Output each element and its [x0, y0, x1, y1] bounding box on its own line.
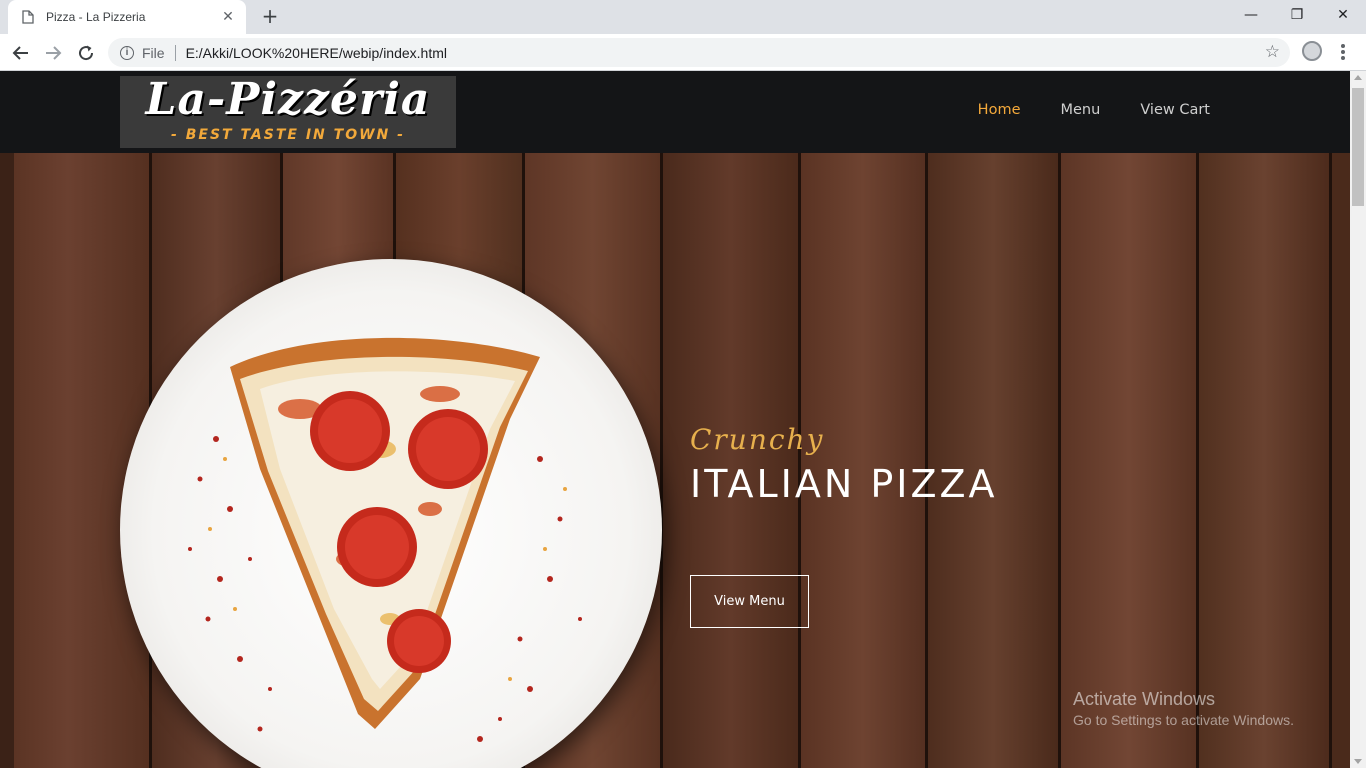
new-tab-button[interactable]: + — [260, 6, 280, 26]
watermark-title: Activate Windows — [1073, 689, 1216, 709]
hero-title: ITALIAN PIZZA — [690, 462, 998, 506]
url-text[interactable]: E:/Akki/LOOK%20HERE/webip/index.html — [186, 45, 447, 61]
pizza-slice-image — [188, 337, 582, 742]
hero-subtitle: Crunchy — [690, 423, 825, 456]
site-header: La-Pizzéria - BEST TASTE IN TOWN - Home … — [0, 71, 1350, 153]
close-window-icon[interactable]: ✕ — [1320, 0, 1366, 30]
logo-wordmark: La-Pizzéria — [145, 74, 431, 125]
hero-text: Crunchy ITALIAN PIZZA — [690, 423, 998, 506]
tab-title: Pizza - La Pizzeria — [46, 10, 146, 24]
browser-toolbar: i File E:/Akki/LOOK%20HERE/webip/index.h… — [0, 34, 1366, 71]
page-scrollbar[interactable] — [1350, 71, 1366, 768]
menu-icon[interactable] — [1336, 42, 1350, 62]
url-scheme-label: File — [142, 44, 165, 61]
watermark-subtitle: Go to Settings to activate Windows. — [1073, 712, 1294, 728]
scroll-up-arrow-icon[interactable] — [1354, 75, 1362, 80]
info-icon[interactable]: i — [120, 45, 134, 60]
star-icon[interactable]: ☆ — [1265, 43, 1280, 61]
reload-icon — [79, 45, 94, 61]
nav-view-cart[interactable]: View Cart — [1140, 102, 1210, 118]
nav-menu[interactable]: Menu — [1061, 102, 1101, 118]
forward-icon — [46, 46, 62, 60]
logo-tagline: - BEST TASTE IN TOWN - — [171, 127, 405, 143]
scroll-thumb[interactable] — [1352, 88, 1364, 206]
scroll-down-arrow-icon[interactable] — [1354, 759, 1362, 764]
back-icon — [12, 46, 28, 60]
main-nav: Home Menu View Cart — [978, 102, 1210, 118]
windows-activation-watermark: Activate Windows Go to Settings to activ… — [1073, 689, 1294, 728]
browser-tab[interactable]: Pizza - La Pizzeria ✕ — [8, 0, 246, 34]
page-icon — [22, 10, 34, 24]
view-menu-button[interactable]: View Menu — [690, 575, 809, 628]
url-divider — [174, 44, 176, 61]
site-logo[interactable]: La-Pizzéria - BEST TASTE IN TOWN - — [120, 76, 456, 148]
tab-close-icon[interactable]: ✕ — [220, 9, 236, 25]
forward-button[interactable] — [40, 40, 66, 66]
address-bar[interactable]: i File E:/Akki/LOOK%20HERE/webip/index.h… — [108, 38, 1290, 67]
profile-icon[interactable] — [1302, 41, 1322, 61]
page-viewport: La-Pizzéria - BEST TASTE IN TOWN - Home … — [0, 71, 1366, 768]
back-button[interactable] — [8, 40, 34, 66]
maximize-icon[interactable]: ❐ — [1274, 0, 1320, 30]
reload-button[interactable] — [73, 40, 99, 66]
minimize-icon[interactable]: — — [1228, 0, 1274, 30]
hero-section: Crunchy ITALIAN PIZZA View Menu Activate… — [0, 153, 1350, 768]
nav-home[interactable]: Home — [978, 102, 1021, 118]
tab-strip: Pizza - La Pizzeria ✕ + — ❐ ✕ — [0, 0, 1366, 34]
